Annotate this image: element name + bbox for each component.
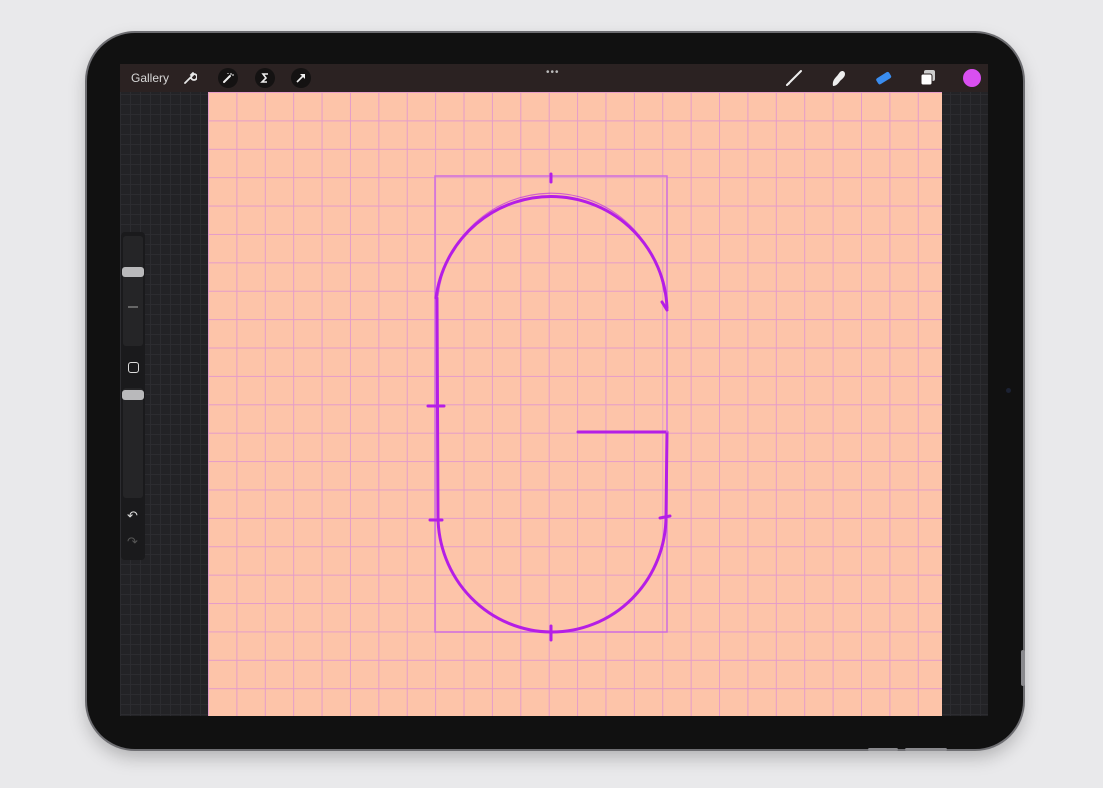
drawing-canvas[interactable] — [208, 92, 942, 716]
g-stroke — [426, 172, 672, 642]
left-sidebar: ↶ ↷ — [121, 232, 145, 560]
guide-rectangle — [434, 175, 668, 633]
more-options-icon[interactable]: ••• — [546, 67, 560, 78]
undo-button[interactable]: ↶ — [127, 508, 138, 524]
side-button — [1021, 650, 1025, 686]
procreate-screen: Gallery ••• ↶ ↷ — [120, 64, 988, 716]
eraser-icon[interactable] — [873, 69, 893, 87]
wrench-icon[interactable] — [180, 68, 200, 88]
top-toolbar: Gallery ••• — [120, 64, 988, 92]
gallery-button[interactable]: Gallery — [131, 71, 169, 85]
brush-icon[interactable] — [784, 69, 804, 87]
letter-g-sketch — [426, 172, 672, 642]
opacity-thumb[interactable] — [122, 390, 144, 400]
smudge-icon[interactable] — [829, 69, 849, 87]
transform-arrow-icon[interactable] — [291, 68, 311, 88]
magic-wand-icon[interactable] — [218, 68, 238, 88]
color-picker-button[interactable] — [963, 69, 981, 87]
opacity-slider[interactable] — [122, 388, 144, 498]
redo-button[interactable]: ↷ — [127, 534, 138, 550]
camera — [1006, 388, 1011, 393]
modify-button[interactable] — [128, 362, 139, 373]
volume-button — [905, 748, 947, 751]
volume-button — [868, 748, 898, 751]
layers-icon[interactable] — [918, 69, 938, 87]
slider-mark — [128, 306, 138, 308]
brush-size-thumb[interactable] — [122, 267, 144, 277]
selection-icon[interactable] — [255, 68, 275, 88]
brush-size-slider[interactable] — [122, 236, 144, 346]
